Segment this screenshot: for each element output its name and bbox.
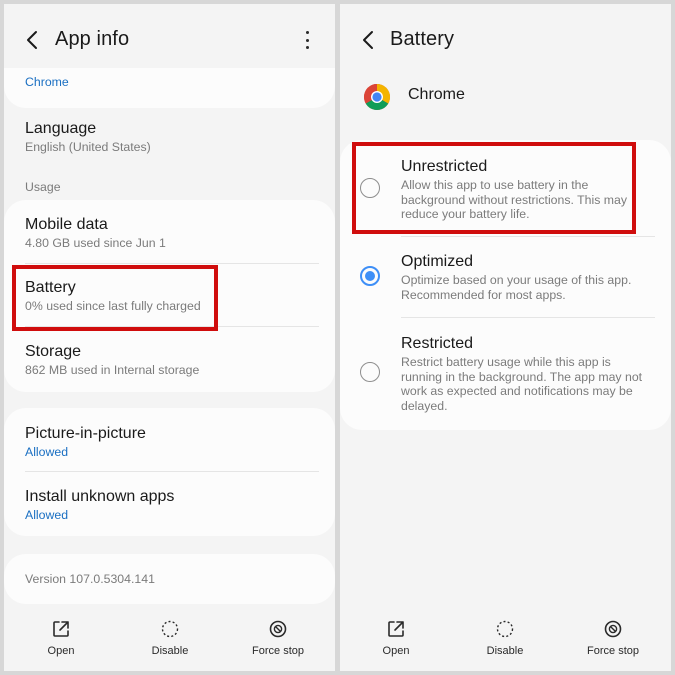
app-name-item[interactable]: Chrome [25, 74, 321, 91]
force-stop-label: Force stop [587, 645, 639, 657]
usage-section-label: Usage [25, 180, 61, 194]
unknown-apps-item[interactable]: Install unknown apps Allowed [25, 487, 321, 524]
pip-value: Allowed [25, 445, 69, 459]
mobile-data-value: 4.80 GB used since Jun 1 [25, 236, 166, 250]
force-stop-icon [604, 620, 622, 638]
open-label: Open [47, 645, 75, 657]
optimized-title: Optimized [401, 253, 474, 270]
mobile-data-title: Mobile data [25, 216, 108, 233]
page-title: App info [55, 28, 130, 50]
version-item: Version 107.0.5304.141 [25, 571, 321, 588]
version-text: Version 107.0.5304.141 [25, 572, 155, 586]
optimized-desc: Optimize based on your usage of this app… [401, 273, 632, 302]
optimized-text: Optimized Optimize based on your usage o… [401, 252, 653, 302]
optimized-radio[interactable] [360, 266, 380, 286]
force-stop-button[interactable]: Force stop [238, 619, 318, 667]
restricted-radio[interactable] [360, 362, 380, 382]
pip-item[interactable]: Picture-in-picture Allowed [25, 424, 321, 461]
unknown-apps-title: Install unknown apps [25, 488, 175, 505]
restricted-desc: Restrict battery usage while this app is… [401, 355, 643, 413]
unrestricted-highlight-box [352, 142, 636, 234]
language-title: Language [25, 120, 97, 137]
language-item[interactable]: Language English (United States) [25, 119, 321, 156]
open-external-icon [53, 621, 69, 637]
more-vertical-icon[interactable] [297, 29, 317, 51]
chrome-icon [363, 84, 391, 111]
storage-title: Storage [25, 343, 82, 360]
bottom-action-bar: Open Disable Force stop [340, 609, 671, 671]
app-info-screen: App info Chrome Language English (United… [4, 4, 335, 671]
disable-label: Disable [151, 645, 189, 657]
app-info-header: App info [4, 4, 335, 76]
divider [401, 317, 655, 318]
page-title: Battery [390, 28, 455, 50]
open-button[interactable]: Open [356, 619, 436, 667]
open-button[interactable]: Open [21, 619, 101, 667]
disable-label: Disable [486, 645, 524, 657]
disable-button[interactable]: Disable [465, 619, 545, 667]
open-external-icon [388, 621, 404, 637]
storage-value: 862 MB used in Internal storage [25, 363, 200, 377]
battery-highlight-box [12, 265, 218, 331]
storage-item[interactable]: Storage 862 MB used in Internal storage [25, 342, 321, 379]
language-value: English (United States) [25, 140, 151, 154]
restricted-title: Restricted [401, 335, 474, 352]
divider [25, 471, 319, 472]
app-name-value: Chrome [25, 75, 69, 89]
battery-screen: Battery Chrome Unrestricted Allow this a… [340, 4, 671, 671]
mobile-data-item[interactable]: Mobile data 4.80 GB used since Jun 1 [25, 215, 321, 252]
force-stop-button[interactable]: Force stop [573, 619, 653, 667]
open-label: Open [382, 645, 410, 657]
pip-title: Picture-in-picture [25, 425, 146, 442]
disable-button[interactable]: Disable [130, 619, 210, 667]
disable-icon [161, 620, 179, 638]
chevron-left-icon[interactable] [358, 28, 378, 52]
force-stop-label: Force stop [252, 645, 304, 657]
disable-icon [496, 620, 514, 638]
divider [25, 263, 319, 264]
divider [401, 236, 655, 237]
battery-header: Battery [340, 4, 671, 76]
force-stop-icon [269, 620, 287, 638]
app-name: Chrome [408, 86, 465, 103]
chevron-left-icon[interactable] [22, 28, 42, 52]
restricted-text: Restricted Restrict battery usage while … [401, 334, 653, 413]
bottom-action-bar: Open Disable Force stop [4, 609, 335, 671]
unknown-apps-value: Allowed [25, 508, 69, 522]
